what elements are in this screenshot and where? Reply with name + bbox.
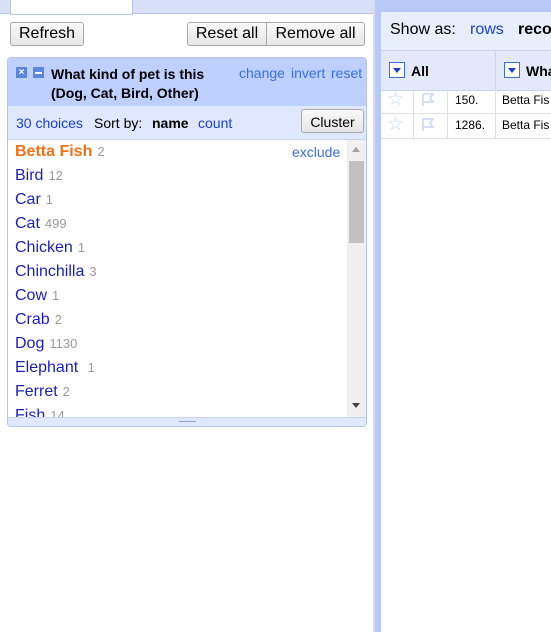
- facet-choice-list: Betta Fish 2 Bird 12 Car 1 Cat 499 Chicken 1 Chinc…: [8, 140, 346, 417]
- collapse-facet-icon[interactable]: [33, 67, 44, 78]
- sort-by-count-link[interactable]: count: [198, 115, 232, 131]
- data-view-panel: Show as: rows reco All Wha ☆ 150. Betta …: [375, 0, 551, 632]
- column-all: All: [411, 63, 429, 79]
- choice-count: 1: [87, 360, 95, 375]
- choices-count-link[interactable]: 30 choices: [16, 115, 83, 131]
- choice-name[interactable]: Fish: [15, 407, 45, 417]
- facet-choice[interactable]: Betta Fish 2: [15, 140, 105, 164]
- facet-choice[interactable]: Car 1: [15, 188, 53, 212]
- choice-count: 1: [77, 240, 86, 255]
- pet-kind-facet: × What kind of pet is this (Dog, Cat, Bi…: [7, 57, 367, 427]
- facet-choice[interactable]: Fish 14: [15, 404, 65, 417]
- table-header: All Wha: [381, 50, 551, 91]
- facet-choice[interactable]: Elephant 1: [15, 356, 95, 380]
- choice-count: 2: [54, 312, 62, 327]
- choice-name[interactable]: Dog: [15, 335, 44, 352]
- row-value[interactable]: Betta Fis: [502, 118, 549, 132]
- remove-all-button[interactable]: Remove all: [266, 22, 365, 46]
- choice-name[interactable]: Cat: [15, 215, 40, 232]
- choice-count: 1: [45, 192, 54, 207]
- column-what: Wha: [526, 63, 551, 79]
- facet-title: What kind of pet is this (Dog, Cat, Bird…: [51, 66, 205, 101]
- row-number: 1286.: [455, 118, 486, 132]
- facet-choice[interactable]: Dog 1130: [15, 332, 77, 356]
- reset-all-button[interactable]: Reset all: [187, 22, 267, 46]
- facet-resize-handle[interactable]: [8, 417, 366, 426]
- scroll-up-icon[interactable]: [352, 147, 360, 152]
- choice-count: 14: [50, 408, 65, 417]
- choice-count: 12: [48, 168, 63, 183]
- choice-name[interactable]: Cow: [15, 287, 47, 304]
- choice-count: 499: [44, 216, 67, 231]
- cell-divider: [447, 89, 448, 113]
- facet-choice[interactable]: Bird 12: [15, 164, 63, 188]
- scroll-down-icon[interactable]: [352, 403, 360, 408]
- sort-by-name[interactable]: name: [152, 115, 189, 131]
- grip-icon: [179, 421, 196, 426]
- choice-name[interactable]: Betta Fish: [15, 143, 92, 160]
- choice-name[interactable]: Ferret: [15, 383, 58, 400]
- table-row: ☆ 150. Betta Fis: [381, 89, 551, 114]
- rows-link[interactable]: rows: [470, 21, 504, 39]
- cell-divider: [495, 89, 496, 113]
- star-icon[interactable]: ☆: [387, 115, 404, 135]
- choice-name[interactable]: Bird: [15, 167, 43, 184]
- show-as-label: Show as:: [390, 21, 456, 38]
- table-row: ☆ 1286. Betta Fis: [381, 114, 551, 139]
- reset-link[interactable]: reset: [331, 65, 362, 81]
- facet-scrollbar[interactable]: [347, 140, 366, 417]
- show-as-bar: Show as: rows reco: [381, 12, 551, 50]
- facet-choice[interactable]: Ferret 2: [15, 380, 70, 404]
- invert-link[interactable]: invert: [291, 65, 325, 81]
- header-divider: [495, 51, 496, 90]
- choice-name[interactable]: Elephant: [15, 359, 83, 376]
- cell-divider: [413, 89, 414, 113]
- facet-panel: Refresh Reset all Remove all × What kind…: [0, 0, 375, 632]
- choice-name[interactable]: Chicken: [15, 239, 73, 256]
- choice-count: 1: [52, 288, 60, 303]
- all-column-menu-icon[interactable]: [389, 62, 405, 78]
- choice-count: 2: [62, 384, 70, 399]
- choice-count: 1130: [49, 336, 78, 351]
- cell-divider: [447, 114, 448, 138]
- scroll-thumb[interactable]: [349, 161, 364, 243]
- exclude-link[interactable]: exclude: [292, 144, 340, 160]
- cell-divider: [413, 114, 414, 138]
- cluster-button[interactable]: Cluster: [301, 109, 364, 133]
- facet-tab[interactable]: [10, 0, 133, 15]
- right-top-strip: [381, 0, 551, 12]
- choice-count: 2: [97, 144, 105, 159]
- facet-choice[interactable]: Chinchilla 3: [15, 260, 97, 284]
- what-column-menu-icon[interactable]: [504, 62, 520, 78]
- facet-choice[interactable]: Cow 1: [15, 284, 59, 308]
- facet-controls: 30 choices Sort by: name count Cluster: [8, 106, 366, 140]
- records-mode[interactable]: reco: [518, 21, 551, 39]
- row-number: 150.: [455, 93, 479, 107]
- sort-by-label: Sort by:: [94, 115, 143, 131]
- row-value[interactable]: Betta Fis: [502, 93, 549, 107]
- flag-icon[interactable]: [421, 118, 435, 132]
- flag-icon[interactable]: [421, 93, 435, 107]
- choice-name[interactable]: Crab: [15, 311, 50, 328]
- choice-count: 3: [89, 264, 97, 279]
- facet-header: × What kind of pet is this (Dog, Cat, Bi…: [8, 58, 366, 106]
- choice-name[interactable]: Chinchilla: [15, 263, 84, 280]
- facet-choice[interactable]: Crab 2: [15, 308, 62, 332]
- facet-choice[interactable]: Cat 499: [15, 212, 67, 236]
- star-icon[interactable]: ☆: [387, 90, 404, 110]
- change-link[interactable]: change: [239, 65, 285, 81]
- close-facet-icon[interactable]: ×: [16, 67, 27, 78]
- choice-name[interactable]: Car: [15, 191, 41, 208]
- facet-choice[interactable]: Chicken 1: [15, 236, 85, 260]
- cell-divider: [495, 114, 496, 138]
- refresh-button[interactable]: Refresh: [10, 22, 84, 46]
